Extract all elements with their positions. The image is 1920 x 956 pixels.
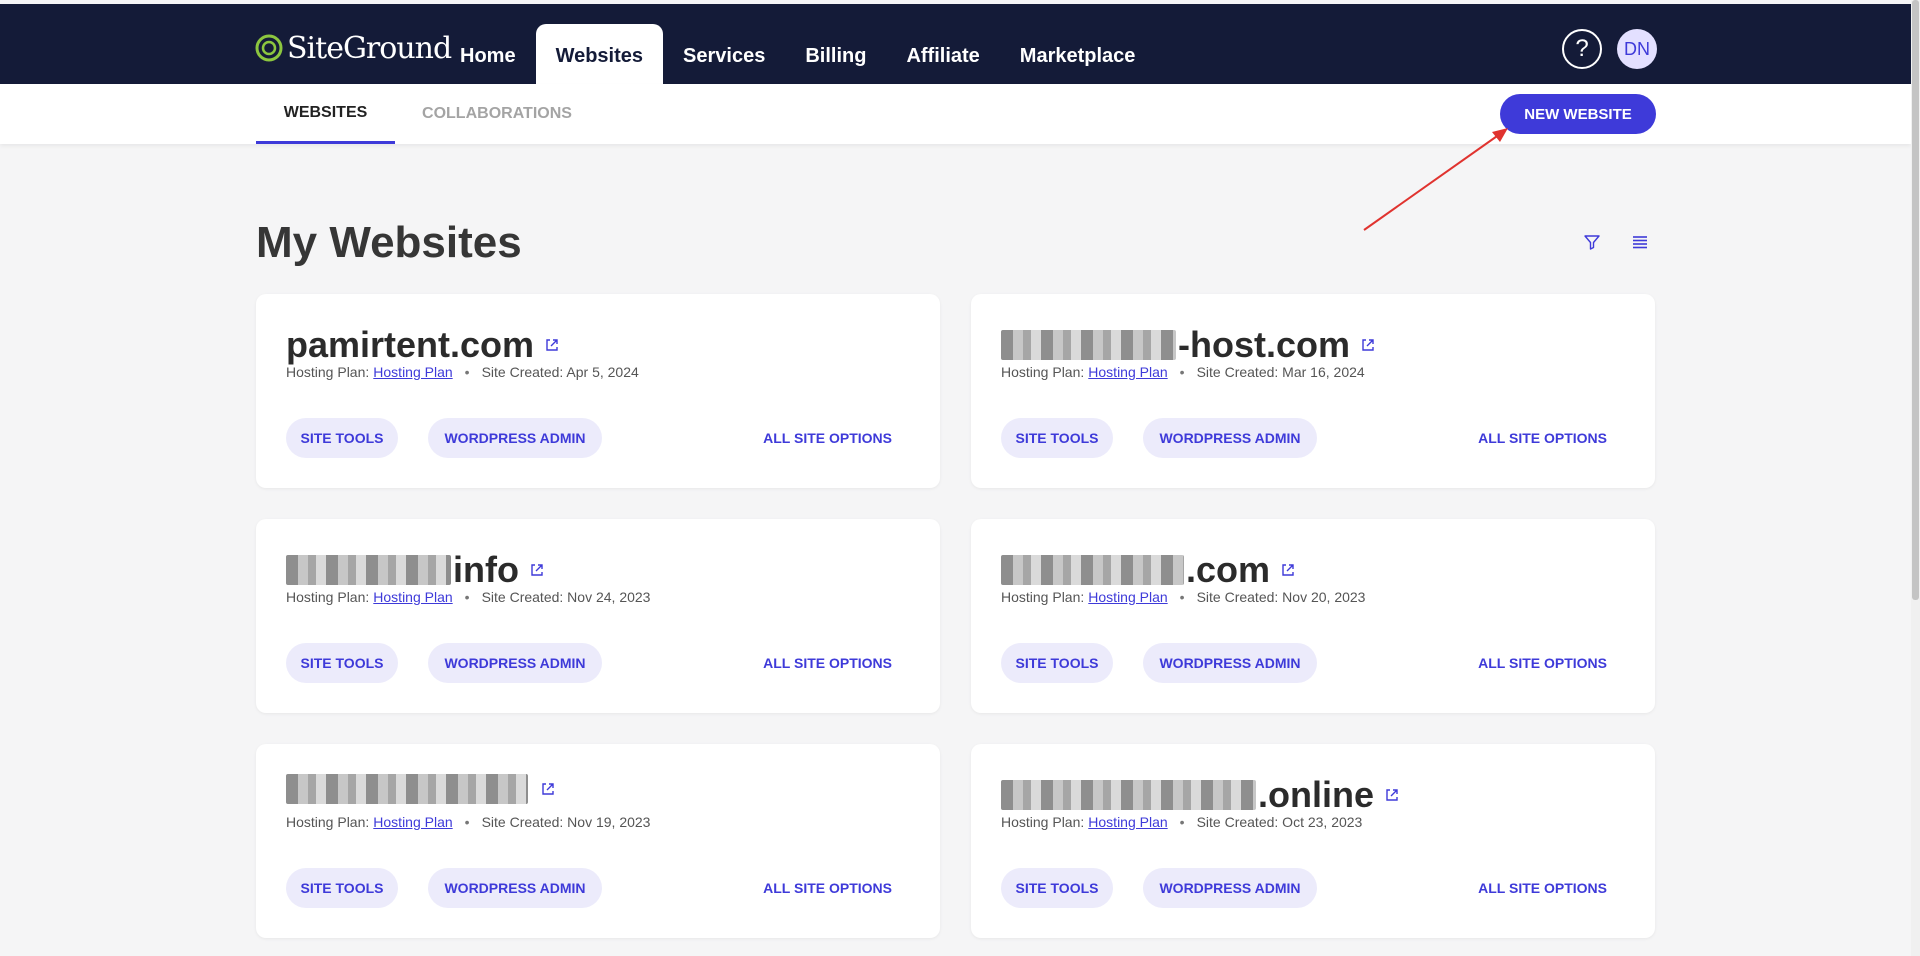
website-meta: Hosting Plan: Hosting Plan • Site Create… bbox=[1001, 364, 1365, 380]
nav-affiliate[interactable]: Affiliate bbox=[886, 24, 999, 88]
website-meta: Hosting Plan: Hosting Plan • Site Create… bbox=[286, 814, 650, 830]
main-nav: Home Websites Services Billing Affiliate… bbox=[440, 24, 1155, 88]
separator-dot: • bbox=[1179, 589, 1185, 605]
external-link-icon[interactable] bbox=[1280, 562, 1296, 578]
plan-label: Hosting Plan: bbox=[286, 364, 370, 380]
website-card: Hosting Plan: Hosting Plan • Site Create… bbox=[256, 744, 940, 938]
hosting-plan-link[interactable]: Hosting Plan bbox=[1088, 814, 1167, 830]
domain-text: info bbox=[453, 549, 519, 590]
nav-home[interactable]: Home bbox=[440, 24, 536, 88]
domain-text: -host.com bbox=[1178, 324, 1351, 365]
site-created: Site Created: Apr 5, 2024 bbox=[481, 364, 639, 380]
separator-dot: • bbox=[1179, 364, 1185, 380]
site-tools-button[interactable]: SITE TOOLS bbox=[1001, 868, 1113, 908]
siteground-logo-icon bbox=[255, 34, 283, 62]
help-icon[interactable]: ? bbox=[1562, 29, 1602, 69]
site-created: Site Created: Nov 24, 2023 bbox=[481, 589, 651, 605]
filter-icon[interactable] bbox=[1582, 232, 1602, 252]
wordpress-admin-button[interactable]: WORDPRESS ADMIN bbox=[428, 868, 602, 908]
view-controls bbox=[1582, 232, 1650, 252]
plan-label: Hosting Plan: bbox=[286, 814, 370, 830]
website-domain[interactable]: .online bbox=[1001, 774, 1400, 816]
plan-label: Hosting Plan: bbox=[1001, 589, 1085, 605]
website-card: -host.com Hosting Plan: Hosting Plan • S… bbox=[971, 294, 1655, 488]
website-meta: Hosting Plan: Hosting Plan • Site Create… bbox=[286, 589, 650, 605]
wordpress-admin-button[interactable]: WORDPRESS ADMIN bbox=[1143, 868, 1317, 908]
site-created: Site Created: Oct 23, 2023 bbox=[1196, 814, 1363, 830]
site-tools-button[interactable]: SITE TOOLS bbox=[1001, 643, 1113, 683]
domain-text: .online bbox=[1258, 774, 1374, 815]
hosting-plan-link[interactable]: Hosting Plan bbox=[1088, 364, 1167, 380]
all-site-options-button[interactable]: ALL SITE OPTIONS bbox=[1478, 643, 1607, 683]
external-link-icon[interactable] bbox=[1384, 787, 1400, 803]
website-domain[interactable]: pamirtent.com bbox=[286, 324, 560, 366]
site-tools-button[interactable]: SITE TOOLS bbox=[286, 643, 398, 683]
nav-marketplace[interactable]: Marketplace bbox=[1000, 24, 1156, 88]
plan-label: Hosting Plan: bbox=[286, 589, 370, 605]
annotation-arrow bbox=[1363, 128, 1508, 231]
page-scrollbar[interactable] bbox=[1911, 0, 1920, 956]
site-tools-button[interactable]: SITE TOOLS bbox=[1001, 418, 1113, 458]
domain-text: pamirtent.com bbox=[286, 324, 535, 365]
site-created: Site Created: Mar 16, 2024 bbox=[1196, 364, 1365, 380]
redacted-domain bbox=[286, 774, 528, 804]
separator-dot: • bbox=[464, 814, 470, 830]
external-link-icon[interactable] bbox=[540, 781, 556, 797]
separator-dot: • bbox=[464, 364, 470, 380]
website-domain[interactable]: -host.com bbox=[1001, 324, 1376, 366]
website-card: .com Hosting Plan: Hosting Plan • Site C… bbox=[971, 519, 1655, 713]
nav-websites[interactable]: Websites bbox=[535, 24, 664, 88]
redacted-domain bbox=[1001, 780, 1256, 810]
website-domain[interactable]: info bbox=[286, 549, 545, 591]
hosting-plan-link[interactable]: Hosting Plan bbox=[373, 364, 452, 380]
website-card: info Hosting Plan: Hosting Plan • Site C… bbox=[256, 519, 940, 713]
all-site-options-button[interactable]: ALL SITE OPTIONS bbox=[763, 868, 892, 908]
redacted-domain bbox=[1001, 555, 1184, 585]
user-avatar[interactable]: DN bbox=[1617, 29, 1657, 69]
tab-websites[interactable]: WEBSITES bbox=[256, 84, 395, 144]
nav-services[interactable]: Services bbox=[663, 24, 785, 88]
tab-collaborations[interactable]: COLLABORATIONS bbox=[400, 84, 594, 144]
hosting-plan-link[interactable]: Hosting Plan bbox=[373, 589, 452, 605]
plan-label: Hosting Plan: bbox=[1001, 364, 1085, 380]
site-created: Site Created: Nov 20, 2023 bbox=[1196, 589, 1366, 605]
page-title: My Websites bbox=[256, 218, 522, 267]
hosting-plan-link[interactable]: Hosting Plan bbox=[373, 814, 452, 830]
website-card: pamirtent.com Hosting Plan: Hosting Plan… bbox=[256, 294, 940, 488]
website-meta: Hosting Plan: Hosting Plan • Site Create… bbox=[1001, 589, 1365, 605]
site-tools-button[interactable]: SITE TOOLS bbox=[286, 418, 398, 458]
list-view-icon[interactable] bbox=[1630, 232, 1650, 252]
domain-text: .com bbox=[1186, 549, 1271, 590]
brand-name: SiteGround bbox=[287, 30, 452, 66]
site-created: Site Created: Nov 19, 2023 bbox=[481, 814, 651, 830]
website-meta: Hosting Plan: Hosting Plan • Site Create… bbox=[1001, 814, 1362, 830]
top-navigation-bar: SiteGround Home Websites Services Billin… bbox=[0, 4, 1911, 88]
separator-dot: • bbox=[1179, 814, 1185, 830]
website-meta: Hosting Plan: Hosting Plan • Site Create… bbox=[286, 364, 639, 380]
hosting-plan-link[interactable]: Hosting Plan bbox=[1088, 589, 1167, 605]
all-site-options-button[interactable]: ALL SITE OPTIONS bbox=[763, 643, 892, 683]
all-site-options-button[interactable]: ALL SITE OPTIONS bbox=[1478, 418, 1607, 458]
wordpress-admin-button[interactable]: WORDPRESS ADMIN bbox=[428, 643, 602, 683]
separator-dot: • bbox=[464, 589, 470, 605]
website-domain[interactable] bbox=[286, 774, 556, 804]
wordpress-admin-button[interactable]: WORDPRESS ADMIN bbox=[1143, 418, 1317, 458]
nav-billing[interactable]: Billing bbox=[785, 24, 886, 88]
site-tools-button[interactable]: SITE TOOLS bbox=[286, 868, 398, 908]
redacted-domain bbox=[1001, 330, 1176, 360]
all-site-options-button[interactable]: ALL SITE OPTIONS bbox=[763, 418, 892, 458]
external-link-icon[interactable] bbox=[529, 562, 545, 578]
siteground-logo[interactable]: SiteGround bbox=[255, 30, 452, 66]
external-link-icon[interactable] bbox=[1360, 337, 1376, 353]
website-domain[interactable]: .com bbox=[1001, 549, 1296, 591]
wordpress-admin-button[interactable]: WORDPRESS ADMIN bbox=[428, 418, 602, 458]
all-site-options-button[interactable]: ALL SITE OPTIONS bbox=[1478, 868, 1607, 908]
wordpress-admin-button[interactable]: WORDPRESS ADMIN bbox=[1143, 643, 1317, 683]
website-card: .online Hosting Plan: Hosting Plan • Sit… bbox=[971, 744, 1655, 938]
external-link-icon[interactable] bbox=[544, 337, 560, 353]
scrollbar-thumb[interactable] bbox=[1912, 0, 1919, 600]
redacted-domain bbox=[286, 555, 451, 585]
plan-label: Hosting Plan: bbox=[1001, 814, 1085, 830]
new-website-button[interactable]: NEW WEBSITE bbox=[1500, 94, 1656, 134]
